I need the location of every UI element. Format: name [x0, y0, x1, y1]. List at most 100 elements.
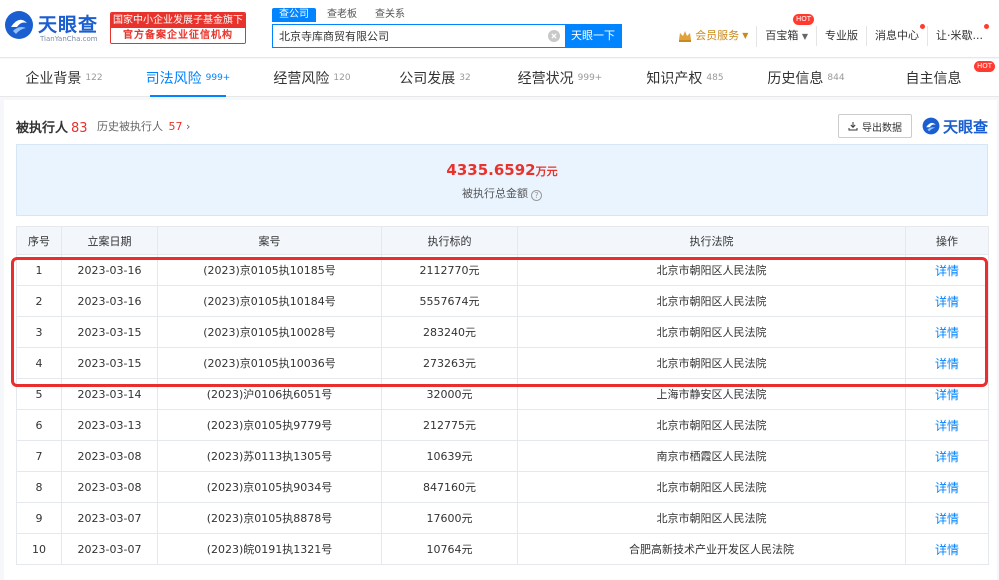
- tab-company-background[interactable]: 企业背景 122: [0, 59, 128, 97]
- tab-count: 120: [333, 73, 351, 83]
- execution-amount: 212775元: [381, 409, 518, 441]
- case-number: (2023)京0105执8878号: [157, 502, 382, 534]
- export-label: 导出数据: [862, 122, 902, 134]
- table-row: 9 2023-03-07 (2023)京0105执8878号 17600元 北京市朝阳区…: [16, 502, 989, 534]
- execution-court: 上海市静安区人民法院: [517, 378, 906, 410]
- detail-link[interactable]: 详情: [905, 378, 989, 410]
- toolbox-link[interactable]: 百宝箱 ▼ HOT: [756, 13, 816, 47]
- export-data-button[interactable]: 导出数据: [838, 114, 912, 138]
- notification-dot: [984, 24, 989, 29]
- section-title: 被执行人 83: [16, 117, 88, 136]
- tab-business-status[interactable]: 经营状况 999+: [494, 59, 626, 97]
- tab-intellectual-property[interactable]: 知识产权 485: [626, 59, 744, 97]
- filing-date: 2023-03-08: [61, 471, 158, 503]
- case-number: (2023)京0105执10028号: [157, 316, 382, 348]
- pro-version-link[interactable]: 专业版: [816, 26, 866, 46]
- main-content: 被执行人 83 历史被执行人 57 › 导出数据 天眼查 4335.6592万元 …: [4, 100, 997, 580]
- detail-link[interactable]: 详情: [905, 502, 989, 534]
- tab-label: 自主信息: [905, 71, 962, 87]
- case-number: (2023)苏0113执1305号: [157, 440, 382, 472]
- chevron-down-icon: ▼: [742, 31, 749, 40]
- column-header: 立案日期: [61, 226, 158, 255]
- detail-link[interactable]: 详情: [905, 254, 989, 286]
- search-tab-company[interactable]: 查公司: [272, 8, 316, 22]
- filing-date: 2023-03-08: [61, 440, 158, 472]
- case-number: (2023)京0105执9034号: [157, 471, 382, 503]
- notification-dot: [920, 24, 925, 29]
- row-number: 6: [16, 409, 62, 441]
- message-center-link[interactable]: 消息中心: [866, 24, 927, 46]
- tab-label: 企业背景: [25, 71, 82, 87]
- execution-court: 北京市朝阳区人民法院: [517, 409, 906, 441]
- row-number: 10: [16, 533, 62, 565]
- detail-link[interactable]: 详情: [905, 440, 989, 472]
- vip-service-link[interactable]: 会员服务 ▼: [670, 26, 756, 46]
- execution-amount: 10639元: [381, 440, 518, 472]
- detail-link[interactable]: 详情: [905, 285, 989, 317]
- execution-court: 北京市朝阳区人民法院: [517, 471, 906, 503]
- row-number: 4: [16, 347, 62, 379]
- filing-date: 2023-03-16: [61, 285, 158, 317]
- total-amount-summary: 4335.6592万元 被执行总金额?: [16, 144, 988, 216]
- table-row: 5 2023-03-14 (2023)沪0106执6051号 32000元 上海市静安区…: [16, 378, 989, 410]
- detail-link[interactable]: 详情: [905, 533, 989, 565]
- tianyancha-logo[interactable]: 天眼查 TianYanCha.com: [4, 8, 104, 48]
- search-type-tabs: 查公司 查老板 查关系: [272, 8, 412, 22]
- logo-icon: [922, 117, 940, 135]
- execution-court: 北京市朝阳区人民法院: [517, 285, 906, 317]
- column-header: 序号: [16, 226, 62, 255]
- top-header: 天眼查 TianYanCha.com 国家中小企业发展子基金旗下 官方备案企业征…: [0, 0, 999, 58]
- filing-date: 2023-03-07: [61, 533, 158, 565]
- tab-label: 公司发展: [399, 71, 456, 87]
- logo-icon: [5, 11, 33, 39]
- case-number: (2023)京0105执9779号: [157, 409, 382, 441]
- filing-date: 2023-03-13: [61, 409, 158, 441]
- hot-badge: HOT: [973, 61, 995, 72]
- search-tab-boss[interactable]: 查老板: [320, 8, 364, 22]
- tab-operation-risk[interactable]: 经营风险 120: [248, 59, 376, 97]
- clear-icon[interactable]: [543, 25, 565, 47]
- tab-legal-risk[interactable]: 司法风险 999+: [128, 59, 248, 97]
- tab-count: 122: [85, 73, 103, 83]
- history-label: 历史被执行人: [97, 120, 163, 133]
- tab-count: 844: [827, 73, 845, 83]
- execution-court: 北京市朝阳区人民法院: [517, 316, 906, 348]
- tab-history-info[interactable]: 历史信息 844: [744, 59, 868, 97]
- executed-person-table: 序号 立案日期 案号 执行标的 执行法院 操作 1 2023-03-16 (2023…: [16, 226, 989, 565]
- detail-link[interactable]: 详情: [905, 316, 989, 348]
- help-icon[interactable]: ?: [531, 190, 542, 201]
- column-header: 执行标的: [381, 226, 518, 255]
- search-tab-relation[interactable]: 查关系: [368, 8, 412, 22]
- message-center-label: 消息中心: [875, 29, 919, 42]
- filing-date: 2023-03-15: [61, 316, 158, 348]
- banner-top-text: 国家中小企业发展子基金旗下: [111, 13, 245, 28]
- execution-court: 北京市朝阳区人民法院: [517, 254, 906, 286]
- vip-service-label: 会员服务: [695, 29, 740, 42]
- history-executed-link[interactable]: 历史被执行人 57 ›: [97, 118, 190, 134]
- total-amount: 4335.6592万元: [17, 161, 987, 179]
- search-box: 天眼一下: [272, 24, 622, 48]
- case-number: (2023)沪0106执6051号: [157, 378, 382, 410]
- filing-date: 2023-03-15: [61, 347, 158, 379]
- execution-court: 北京市朝阳区人民法院: [517, 347, 906, 379]
- logo-text: 天眼查: [38, 14, 99, 36]
- tab-count: 32: [459, 73, 471, 83]
- column-header: 案号: [157, 226, 382, 255]
- official-banner: 国家中小企业发展子基金旗下 官方备案企业征信机构: [110, 12, 246, 44]
- row-number: 5: [16, 378, 62, 410]
- search-input[interactable]: [273, 25, 543, 47]
- user-menu[interactable]: 让·米歇...: [927, 24, 991, 46]
- tab-company-development[interactable]: 公司发展 32: [376, 59, 494, 97]
- detail-link[interactable]: 详情: [905, 471, 989, 503]
- brand-watermark: 天眼查: [922, 115, 988, 137]
- crown-icon: [679, 31, 692, 42]
- tab-count: 999+: [577, 73, 603, 83]
- detail-link[interactable]: 详情: [905, 347, 989, 379]
- total-amount-unit: 万元: [535, 165, 558, 178]
- execution-amount: 273263元: [381, 347, 518, 379]
- tab-self-info[interactable]: 自主信息 HOT: [868, 59, 999, 97]
- detail-link[interactable]: 详情: [905, 409, 989, 441]
- search-button[interactable]: 天眼一下: [565, 25, 621, 47]
- brand-text: 天眼查: [943, 117, 989, 136]
- table-row: 4 2023-03-15 (2023)京0105执10036号 273263元 北京市朝…: [16, 347, 989, 379]
